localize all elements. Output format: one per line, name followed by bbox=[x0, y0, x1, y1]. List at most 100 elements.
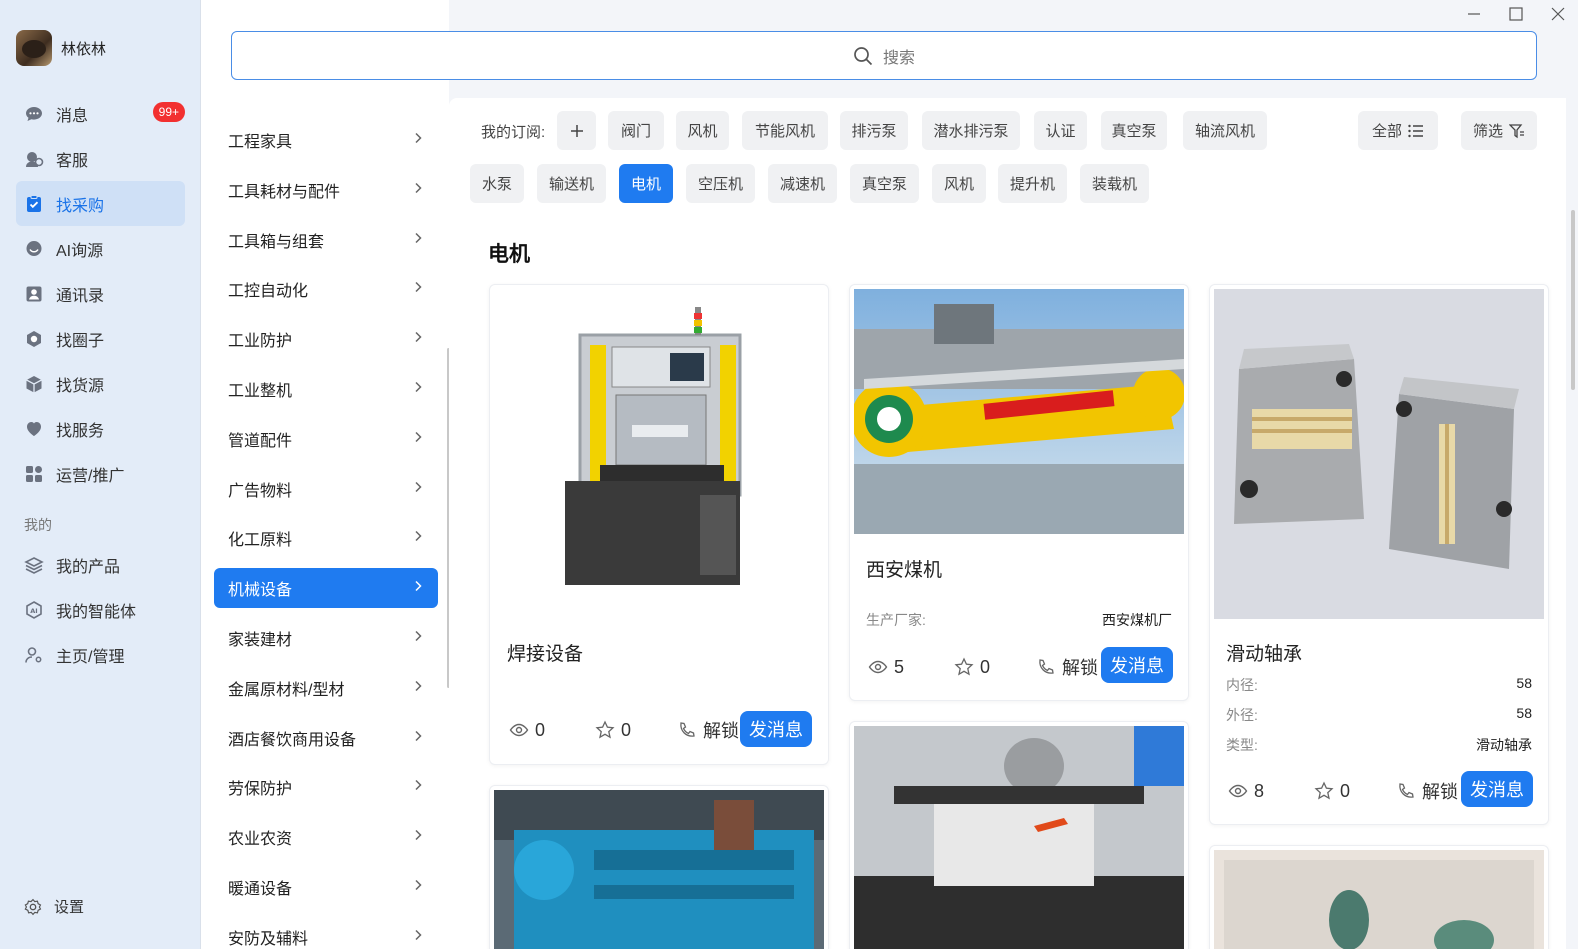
product-card[interactable]: 滑动轴承 内径: 58 外径: 58 类型: 滑动轴承 8 0 解锁 发消息 bbox=[1209, 284, 1549, 825]
nav-item-customer-service[interactable]: 客服 bbox=[16, 136, 185, 181]
product-image[interactable] bbox=[1214, 289, 1544, 619]
nav-item-my-agents[interactable]: AI 我的智能体 bbox=[16, 587, 185, 632]
category-item[interactable]: 暖通设备 bbox=[214, 867, 438, 907]
all-button[interactable]: 全部 bbox=[1358, 111, 1438, 150]
category-item[interactable]: 酒店餐饮商用设备 bbox=[214, 718, 438, 758]
subscription-tag[interactable]: 风机 bbox=[932, 164, 986, 203]
category-item[interactable]: 机械设备 bbox=[214, 568, 438, 609]
heart-icon bbox=[24, 419, 44, 439]
category-item[interactable]: 金属原材料/型材 bbox=[214, 668, 438, 708]
star-icon bbox=[954, 657, 974, 676]
product-title[interactable]: 西安煤机 bbox=[866, 555, 942, 582]
subscription-tag[interactable]: 提升机 bbox=[998, 164, 1067, 203]
product-actions: 8 0 解锁 bbox=[1228, 778, 1458, 804]
section-title: 电机 bbox=[488, 243, 530, 266]
category-item[interactable]: 广告物料 bbox=[214, 469, 438, 509]
chevron-right-icon bbox=[412, 878, 424, 896]
nav-item-supply[interactable]: 找货源 bbox=[16, 361, 185, 406]
favorite-button[interactable]: 0 bbox=[954, 657, 990, 678]
contacts-icon bbox=[24, 284, 44, 304]
nav-item-my-products[interactable]: 我的产品 bbox=[16, 542, 185, 587]
category-label: 家装建材 bbox=[228, 631, 293, 649]
nav-item-contacts[interactable]: 通讯录 bbox=[16, 271, 185, 316]
search-bar[interactable]: 搜索 bbox=[231, 31, 1537, 80]
subscription-tag[interactable]: 真空泵 bbox=[1101, 111, 1167, 150]
product-card[interactable] bbox=[849, 721, 1189, 949]
category-item[interactable]: 安防及辅料 bbox=[214, 917, 438, 949]
views-value: 0 bbox=[535, 719, 546, 740]
product-image[interactable] bbox=[494, 790, 824, 949]
spec-row: 类型: 滑动轴承 bbox=[1226, 735, 1532, 755]
product-card[interactable]: 焊接设备 0 0 解锁 发消息 bbox=[489, 284, 829, 765]
user-name: 林依林 bbox=[61, 40, 107, 58]
user-profile[interactable]: 林依林 bbox=[16, 30, 106, 66]
category-item[interactable]: 工具耗材与配件 bbox=[214, 170, 438, 210]
subscription-tag[interactable]: 真空泵 bbox=[850, 164, 919, 203]
nav-label: 运营/推广 bbox=[56, 467, 125, 485]
subscription-tag[interactable]: 减速机 bbox=[768, 164, 837, 203]
product-actions: 0 0 解锁 bbox=[509, 717, 739, 743]
subscription-tag[interactable]: 风机 bbox=[676, 111, 729, 150]
subscription-tag[interactable]: 节能风机 bbox=[742, 111, 828, 150]
subscription-tag[interactable]: 排污泵 bbox=[840, 111, 908, 150]
grid-icon bbox=[24, 464, 44, 484]
category-item[interactable]: 工程家具 bbox=[214, 120, 438, 160]
product-card[interactable] bbox=[489, 785, 829, 949]
subscription-tag[interactable]: 装载机 bbox=[1080, 164, 1149, 203]
category-item[interactable]: 化工原料 bbox=[214, 518, 438, 558]
product-image[interactable] bbox=[550, 305, 770, 605]
unlock-button[interactable]: 解锁 bbox=[1036, 654, 1098, 680]
filter-button[interactable]: 筛选 bbox=[1461, 111, 1537, 150]
nav-item-services[interactable]: 找服务 bbox=[16, 406, 185, 451]
subscription-tag[interactable]: 空压机 bbox=[686, 164, 755, 203]
content-scrollbar[interactable] bbox=[1571, 210, 1575, 390]
nav-item-ai-sourcing[interactable]: AI询源 bbox=[16, 226, 185, 271]
send-message-button[interactable]: 发消息 bbox=[1101, 647, 1173, 683]
nav-item-homepage-admin[interactable]: 主页/管理 bbox=[16, 632, 185, 677]
nav-item-messages[interactable]: 消息 99+ bbox=[16, 91, 185, 136]
favorite-button[interactable]: 0 bbox=[595, 720, 631, 741]
category-item[interactable]: 管道配件 bbox=[214, 419, 438, 459]
category-item[interactable]: 家装建材 bbox=[214, 618, 438, 658]
nav-item-circles[interactable]: 找圈子 bbox=[16, 316, 185, 361]
category-item[interactable]: 农业农资 bbox=[214, 817, 438, 857]
spec-value: 滑动轴承 bbox=[1476, 737, 1532, 753]
subscription-tag[interactable]: 潜水排污泵 bbox=[922, 111, 1020, 150]
unlock-button[interactable]: 解锁 bbox=[677, 717, 739, 743]
unlock-button[interactable]: 解锁 bbox=[1396, 778, 1458, 804]
settings-button[interactable]: 设置 bbox=[24, 896, 84, 917]
send-message-button[interactable]: 发消息 bbox=[740, 711, 812, 747]
chevron-right-icon bbox=[412, 131, 424, 149]
minimize-icon[interactable] bbox=[1466, 6, 1482, 22]
product-image[interactable] bbox=[1214, 850, 1544, 949]
nav-item-operations[interactable]: 运营/推广 bbox=[16, 451, 185, 496]
views-value: 8 bbox=[1254, 780, 1265, 801]
product-image[interactable] bbox=[854, 289, 1184, 534]
avatar[interactable] bbox=[16, 30, 52, 66]
product-title[interactable]: 焊接设备 bbox=[507, 639, 583, 666]
subscription-tag[interactable]: 输送机 bbox=[537, 164, 606, 203]
add-subscription-button[interactable] bbox=[557, 111, 596, 150]
product-card[interactable]: 西安煤机 生产厂家: 西安煤机厂 5 0 解锁 发消息 bbox=[849, 284, 1189, 701]
subscription-tag[interactable]: 电机 bbox=[619, 164, 673, 203]
product-card[interactable] bbox=[1209, 845, 1549, 949]
maximize-icon[interactable] bbox=[1508, 6, 1524, 22]
category-item[interactable]: 工业整机 bbox=[214, 369, 438, 409]
favorite-button[interactable]: 0 bbox=[1314, 781, 1350, 802]
category-item[interactable]: 工具箱与组套 bbox=[214, 220, 438, 260]
category-item[interactable]: 工业防护 bbox=[214, 319, 438, 359]
category-item[interactable]: 工控自动化 bbox=[214, 269, 438, 309]
product-image[interactable] bbox=[854, 726, 1184, 949]
subscription-tag[interactable]: 轴流风机 bbox=[1183, 111, 1267, 150]
nav-item-procurement[interactable]: 找采购 bbox=[16, 181, 185, 226]
manufacturer-label: 生产厂家: bbox=[866, 612, 926, 628]
product-title[interactable]: 滑动轴承 bbox=[1226, 639, 1302, 666]
send-message-button[interactable]: 发消息 bbox=[1461, 771, 1533, 807]
subscription-tag[interactable]: 水泵 bbox=[470, 164, 524, 203]
close-icon[interactable] bbox=[1550, 6, 1566, 22]
subscription-tag[interactable]: 认证 bbox=[1034, 111, 1087, 150]
category-label: 管道配件 bbox=[228, 432, 293, 450]
category-item[interactable]: 劳保防护 bbox=[214, 767, 438, 807]
subscription-tag[interactable]: 阀门 bbox=[608, 111, 664, 150]
category-panel: 工程家具工具耗材与配件 工具箱与组套 工控自动化工业防护工业整机管道配件广告物料化工… bbox=[201, 0, 449, 949]
